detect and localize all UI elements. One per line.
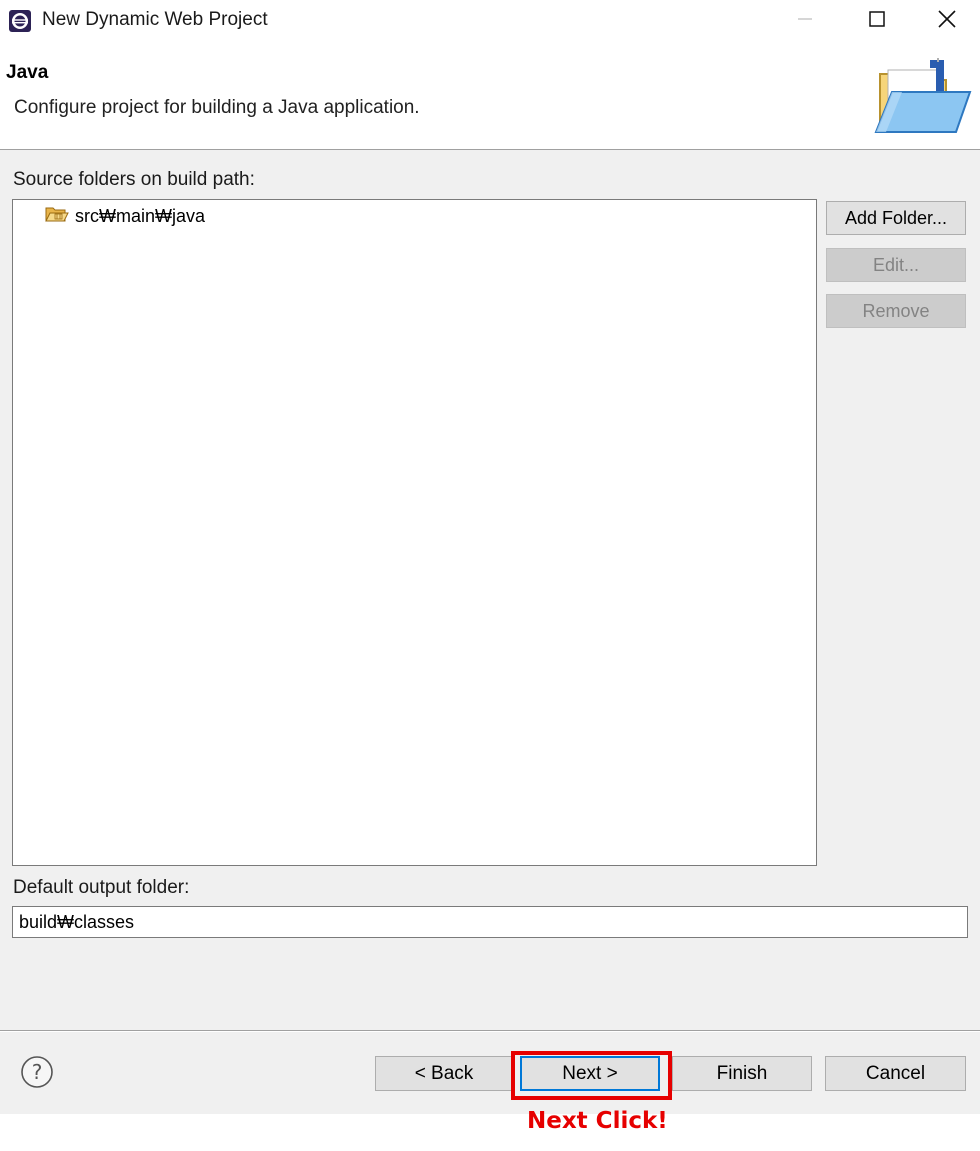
edit-button[interactable]: Edit...	[826, 248, 966, 282]
java-folder-banner-icon	[872, 56, 976, 136]
finish-button[interactable]: Finish	[672, 1056, 812, 1091]
back-button[interactable]: < Back	[375, 1056, 513, 1091]
minimize-icon	[797, 11, 813, 32]
source-folder-icon	[45, 205, 75, 228]
output-folder-label: Default output folder:	[13, 877, 190, 898]
close-icon	[938, 9, 956, 33]
close-button[interactable]	[912, 0, 980, 42]
title-bar: New Dynamic Web Project	[0, 0, 980, 42]
next-click-annotation: Next Click!	[527, 1108, 668, 1134]
maximize-button[interactable]	[842, 0, 912, 42]
cancel-button[interactable]: Cancel	[825, 1056, 966, 1091]
source-folder-path: src₩main₩java	[75, 205, 206, 226]
source-folder-list[interactable]: src₩main₩java	[12, 199, 817, 866]
window-title: New Dynamic Web Project	[42, 9, 268, 30]
help-icon[interactable]: ?	[20, 1055, 54, 1089]
maximize-icon	[869, 10, 885, 32]
footer-separator	[0, 1030, 980, 1032]
next-button[interactable]: Next >	[520, 1056, 660, 1091]
minimize-button[interactable]	[770, 0, 840, 42]
add-folder-button[interactable]: Add Folder...	[826, 201, 966, 235]
list-item[interactable]: src₩main₩java	[45, 204, 205, 228]
page-title: Java	[6, 62, 49, 83]
wizard-header: Java Configure project for building a Ja…	[0, 42, 980, 150]
dialog-window: New Dynamic Web Project Java Configure p…	[0, 0, 980, 1114]
eclipse-icon	[8, 9, 32, 33]
output-folder-input[interactable]	[12, 906, 968, 938]
page-description: Configure project for building a Java ap…	[14, 97, 420, 118]
source-folders-label: Source folders on build path:	[13, 169, 255, 190]
svg-text:?: ?	[32, 1060, 43, 1084]
remove-button[interactable]: Remove	[826, 294, 966, 328]
